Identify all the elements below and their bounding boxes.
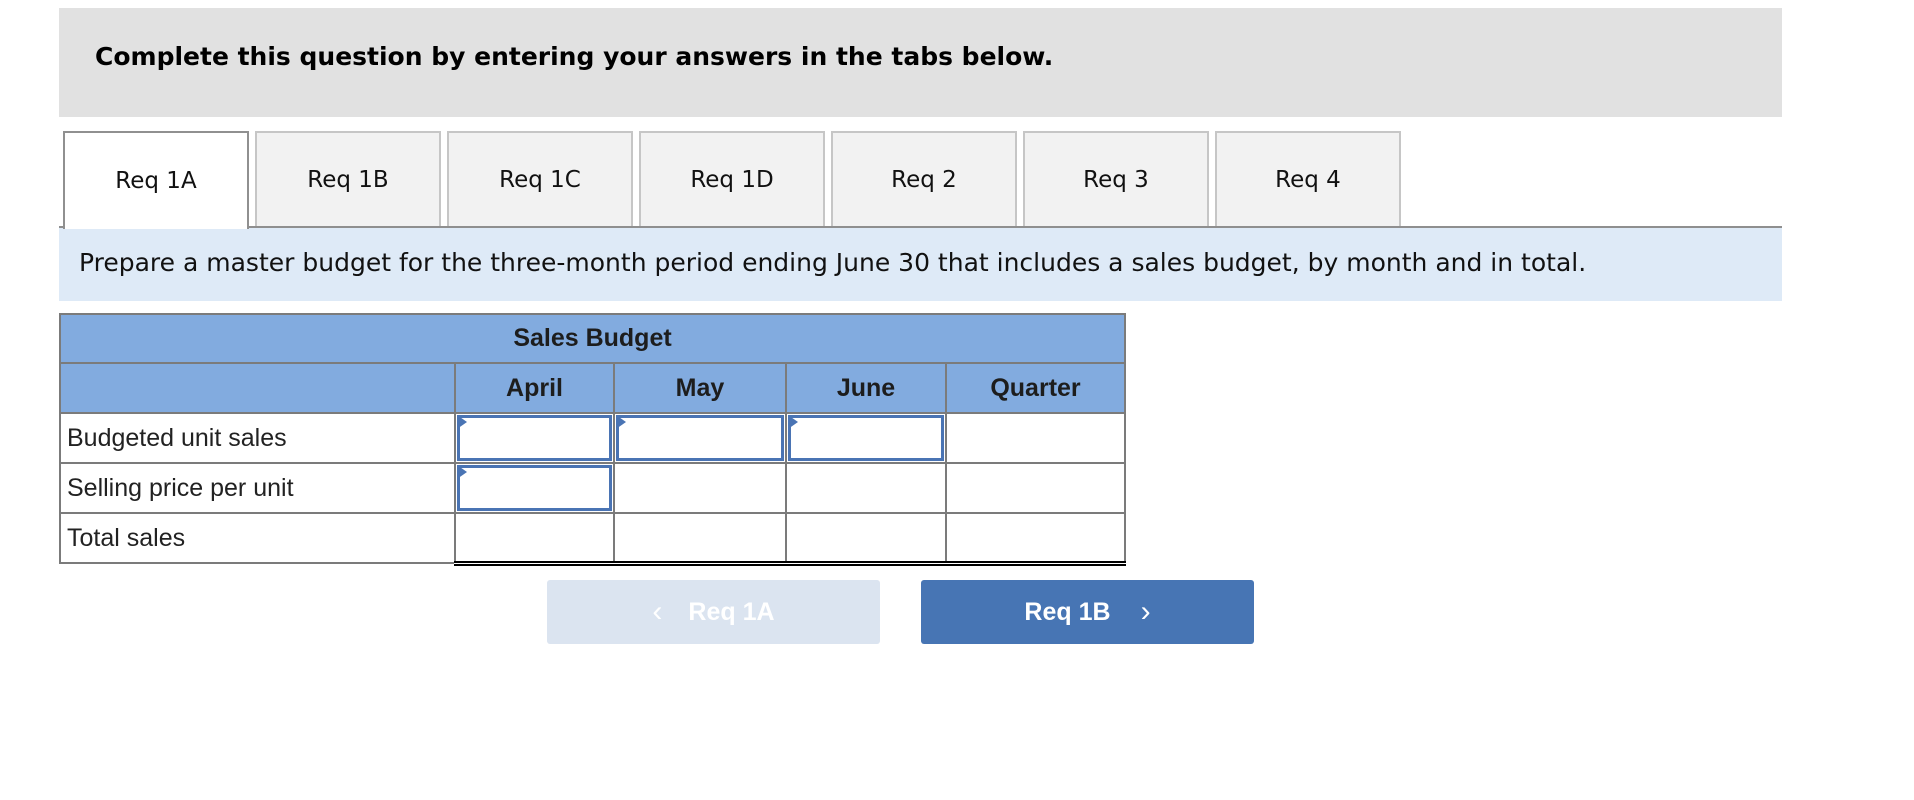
requirement-prompt: Prepare a master budget for the three-mo… (59, 228, 1782, 301)
row-label: Selling price per unit (59, 462, 456, 514)
table-title-row: Sales Budget (59, 313, 1126, 364)
table-row-budgeted-unit-sales: Budgeted unit sales (59, 412, 1126, 464)
column-header-row: April May June Quarter (59, 362, 1126, 414)
april-selling-price-input[interactable] (454, 462, 615, 514)
tab-req-2[interactable]: Req 2 (831, 131, 1017, 226)
tab-req-1b[interactable]: Req 1B (255, 131, 441, 226)
row-label: Total sales (59, 512, 456, 564)
june-unit-sales-input[interactable] (785, 412, 947, 464)
table-title: Sales Budget (59, 313, 1126, 364)
tab-label: Req 4 (1275, 166, 1341, 193)
sales-budget-table: Sales Budget April May June Quarter Budg… (59, 313, 1126, 566)
input-marker-icon (616, 415, 626, 429)
instruction-banner: Complete this question by entering your … (59, 8, 1782, 117)
tab-label: Req 1A (115, 168, 197, 194)
instruction-text: Complete this question by entering your … (95, 42, 1054, 71)
tab-label: Req 1C (499, 166, 581, 193)
tab-req-1a[interactable]: Req 1A (63, 131, 249, 229)
tab-req-4[interactable]: Req 4 (1215, 131, 1401, 226)
previous-req-button[interactable]: ‹ Req 1A (547, 580, 880, 644)
april-unit-sales-input[interactable] (454, 412, 615, 464)
column-header-june: June (785, 362, 947, 414)
input-marker-icon (457, 465, 467, 479)
june-total-sales-cell (785, 512, 947, 566)
input-marker-icon (457, 415, 467, 429)
tab-req-1d[interactable]: Req 1D (639, 131, 825, 226)
quarter-selling-price-cell (945, 462, 1126, 514)
column-header-may: May (613, 362, 787, 414)
chevron-right-icon: › (1140, 595, 1151, 628)
next-req-button[interactable]: Req 1B › (921, 580, 1254, 644)
table-row-selling-price: Selling price per unit (59, 462, 1126, 514)
tab-label: Req 1B (307, 166, 389, 193)
tab-req-1c[interactable]: Req 1C (447, 131, 633, 226)
column-header-april: April (454, 362, 615, 414)
tab-label: Req 2 (891, 166, 957, 193)
input-marker-icon (788, 415, 798, 429)
tab-label: Req 1D (690, 166, 774, 193)
blank-header (59, 362, 456, 414)
quarter-unit-sales-cell (945, 412, 1126, 464)
may-total-sales-cell (613, 512, 787, 566)
april-total-sales-cell (454, 512, 615, 566)
june-selling-price-cell (785, 462, 947, 514)
prompt-text: Prepare a master budget for the three-mo… (79, 248, 1587, 277)
tab-label: Req 3 (1083, 166, 1149, 193)
chevron-left-icon: ‹ (652, 595, 663, 628)
table-row-total-sales: Total sales (59, 512, 1126, 566)
quarter-total-sales-cell (945, 512, 1126, 566)
tab-req-3[interactable]: Req 3 (1023, 131, 1209, 226)
previous-req-label: Req 1A (688, 597, 775, 626)
may-unit-sales-input[interactable] (613, 412, 787, 464)
row-label: Budgeted unit sales (59, 412, 456, 464)
column-header-quarter: Quarter (945, 362, 1126, 414)
next-req-label: Req 1B (1024, 597, 1111, 626)
may-selling-price-cell (613, 462, 787, 514)
